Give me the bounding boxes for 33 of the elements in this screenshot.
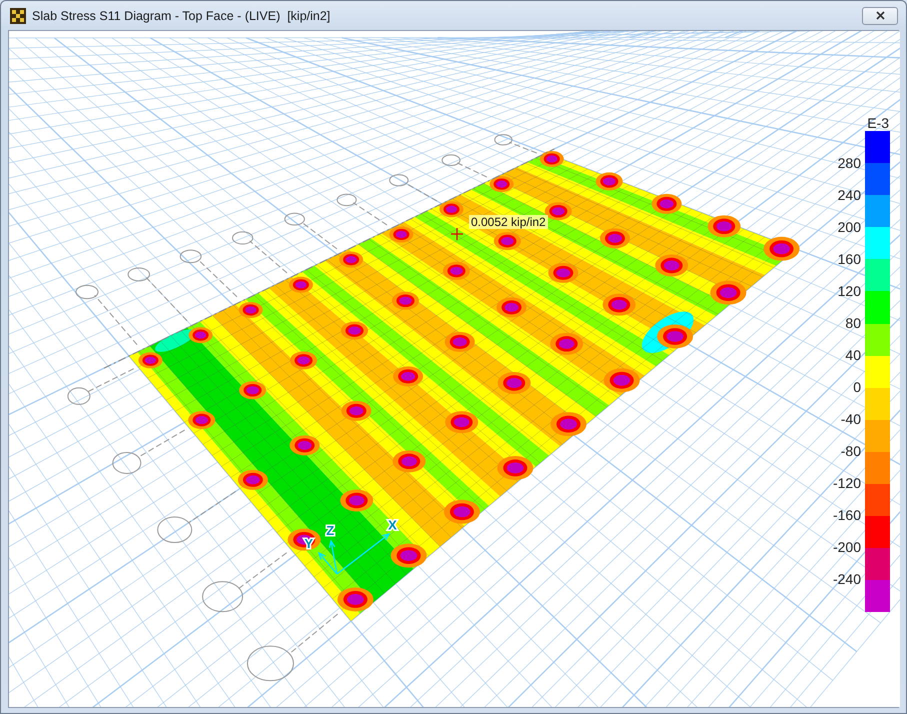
gridline-bubble: [67, 368, 134, 405]
gridline-bubble: [232, 231, 288, 274]
point-marker-icon: [451, 228, 463, 240]
app-icon: [10, 8, 26, 24]
legend-tick-label: -240: [832, 570, 861, 589]
legend-tick-label: 200: [836, 218, 861, 237]
legend-tick-label: 0: [852, 378, 861, 397]
gridline-bubble: [76, 284, 138, 346]
legend-exponent: E-3: [866, 115, 890, 131]
gridline-bubble: [180, 250, 238, 298]
legend-tick-label: -40: [840, 410, 861, 429]
axis-label: Z: [326, 523, 334, 538]
gridline-bubble: [494, 134, 538, 154]
legend-tick-label: -80: [840, 442, 861, 461]
gridline-bubble: [389, 174, 438, 202]
legend-tick-label: -200: [832, 538, 861, 557]
point-value-label: 0.0052 kip/in2: [469, 215, 548, 229]
legend-tick-label: 240: [836, 186, 861, 205]
window-title: Slab Stress S11 Diagram - Top Face - (LIVE) [kip/in2]: [32, 8, 332, 22]
close-button[interactable]: [862, 6, 898, 24]
axis-label: X: [388, 518, 397, 533]
legend-tick-label: 80: [844, 314, 861, 333]
legend-tick-label: -160: [832, 506, 861, 525]
legend-tick-label: 280: [836, 154, 861, 173]
legend-tick-label: 120: [836, 282, 861, 301]
legend-tick-label: 160: [836, 250, 861, 269]
gridline-bubble: [128, 268, 188, 322]
gridline-bubble: [336, 194, 388, 226]
close-icon: [876, 11, 884, 20]
legend-tick-label: -120: [832, 474, 861, 493]
gridline-bubble: [284, 212, 338, 250]
gridline-bubble: [442, 154, 488, 178]
legend-tick-label: 40: [844, 346, 861, 365]
